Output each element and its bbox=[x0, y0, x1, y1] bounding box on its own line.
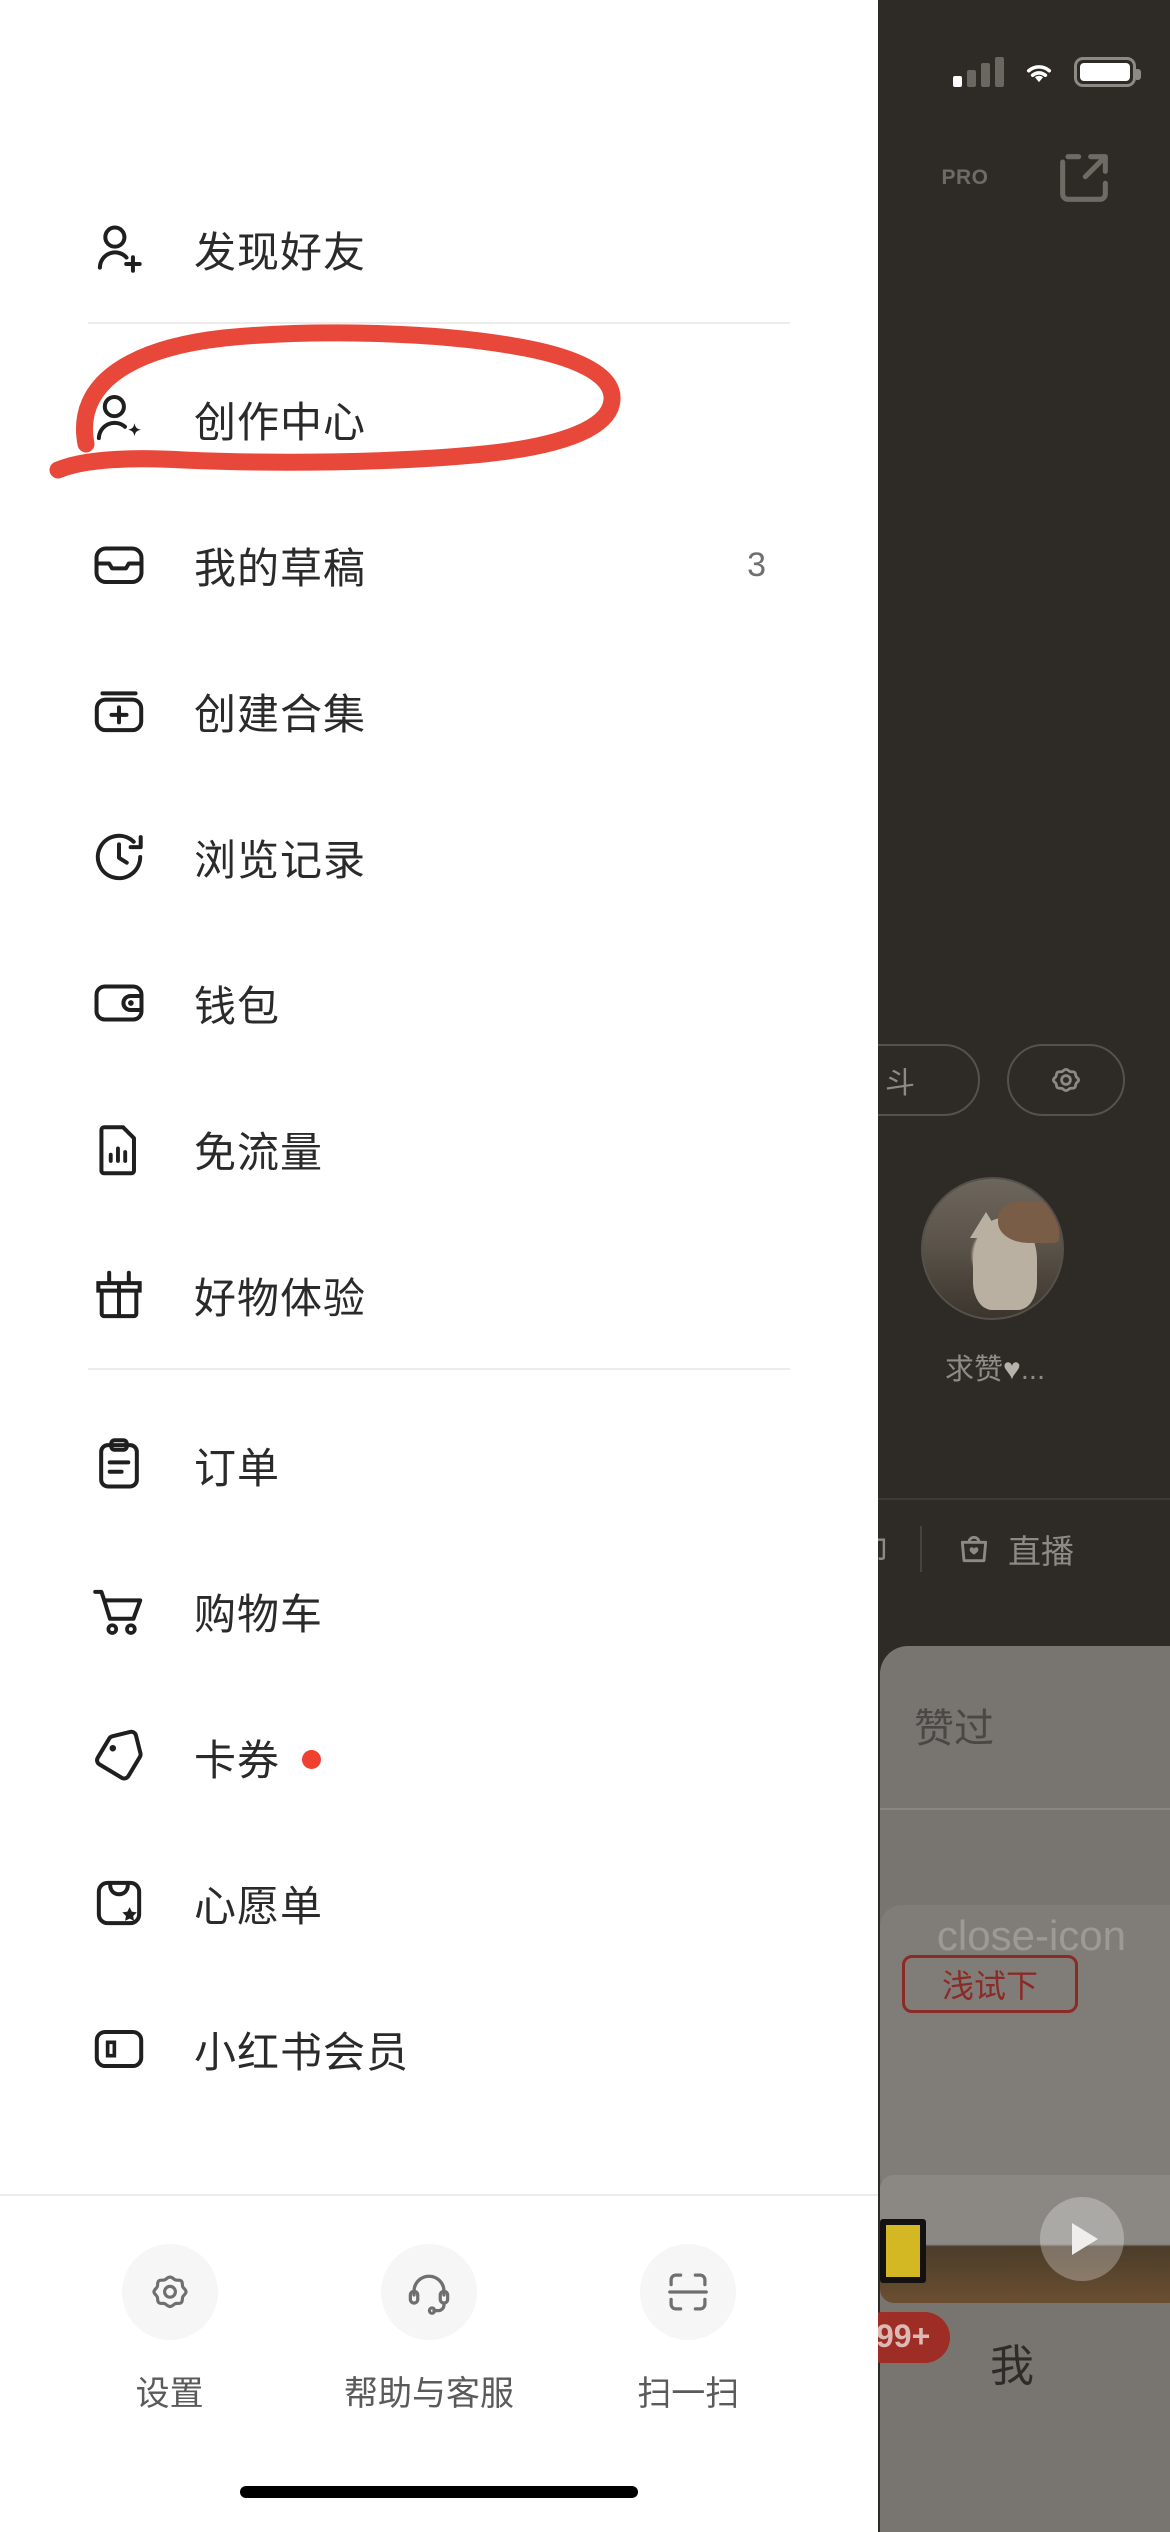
avatar-caption: 求赞♥... bbox=[880, 1346, 1110, 1388]
tab-me[interactable]: 我 bbox=[990, 2330, 1034, 2394]
menu-item-label: 订单 bbox=[194, 1444, 281, 1492]
vertical-divider bbox=[920, 1526, 922, 1572]
menu-item-label: 卡券 bbox=[194, 1736, 281, 1784]
home-indicator bbox=[240, 2486, 638, 2498]
menu-item-label: 免流量 bbox=[194, 1128, 324, 1176]
phone-screen: PRO 斗 求赞♥... 卯 bbox=[0, 0, 1170, 2532]
background-sheet-divider bbox=[880, 1808, 1170, 1810]
footer-item-label: 设置 bbox=[135, 2375, 204, 2413]
shopping-bag-heart-icon bbox=[960, 1535, 988, 1563]
collection-plus-icon bbox=[94, 691, 144, 733]
close-icon[interactable]: close-icon bbox=[937, 1915, 1126, 1957]
menu-item-discover-friends[interactable]: 发现好友 bbox=[0, 176, 878, 322]
background-video-thumbnail[interactable] bbox=[880, 2175, 1170, 2303]
menu-item-free-data[interactable]: 免流量 bbox=[0, 1076, 878, 1222]
pro-badge-label: PRO bbox=[941, 166, 989, 189]
background-live-label: 直播 bbox=[1008, 1533, 1074, 1570]
cellular-signal-icon bbox=[953, 57, 1004, 87]
heart-icon: ♥ bbox=[1003, 1353, 1021, 1386]
drawer-footer: 设置 帮助与客服 扫一扫 bbox=[0, 2194, 878, 2532]
headset-support-icon bbox=[380, 2244, 477, 2340]
play-icon[interactable] bbox=[1040, 2197, 1124, 2281]
gear-icon bbox=[1051, 1067, 1081, 1093]
shopping-cart-icon bbox=[93, 1589, 143, 1635]
menu-item-label: 心愿单 bbox=[194, 1882, 324, 1930]
menu-item-create-collection[interactable]: 创建合集 bbox=[0, 638, 878, 784]
menu-item-coupons[interactable]: 卡券 bbox=[0, 1684, 878, 1830]
red-dot-badge bbox=[302, 1749, 322, 1769]
gear-icon bbox=[121, 2244, 218, 2340]
wishlist-bag-star-icon bbox=[96, 1880, 142, 1926]
menu-item-label: 购物车 bbox=[194, 1590, 324, 1638]
menu-item-product-experience[interactable]: 好物体验 bbox=[0, 1222, 878, 1368]
drafts-inbox-icon bbox=[94, 546, 144, 585]
background-divider bbox=[840, 1498, 1170, 1500]
clipboard-order-icon bbox=[99, 1438, 139, 1489]
scan-qr-icon bbox=[640, 2244, 737, 2340]
background-sheet-title: 赞过 bbox=[914, 1707, 994, 1751]
footer-item-settings[interactable]: 设置 bbox=[40, 2244, 299, 2415]
menu-scroll-area[interactable]: 发现好友 创作中心 我的草稿 3 创建合集 浏览记录 钱包 免流量 好物体验 订… bbox=[0, 0, 878, 2194]
background-settings-chip[interactable] bbox=[1007, 1044, 1125, 1116]
menu-item-count: 3 bbox=[747, 545, 766, 584]
avatar-caption-text: 求赞 bbox=[945, 1354, 1004, 1386]
share-external-icon[interactable] bbox=[1052, 146, 1116, 210]
menu-item-browse-history[interactable]: 浏览记录 bbox=[0, 784, 878, 930]
avatar[interactable] bbox=[921, 1177, 1064, 1320]
sim-data-icon bbox=[99, 1125, 136, 1176]
video-overlay-glyph bbox=[880, 2219, 926, 2283]
menu-item-wallet[interactable]: 钱包 bbox=[0, 930, 878, 1076]
footer-item-help[interactable]: 帮助与客服 bbox=[299, 2244, 558, 2415]
menu-item-my-drafts[interactable]: 我的草稿 3 bbox=[0, 492, 878, 638]
footer-item-label: 帮助与客服 bbox=[343, 2375, 514, 2413]
wifi-icon bbox=[1026, 65, 1052, 83]
menu-item-label: 钱包 bbox=[194, 982, 281, 1030]
menu-item-label: 好物体验 bbox=[194, 1274, 367, 1322]
pro-badge[interactable]: PRO bbox=[928, 138, 1002, 218]
background-live-row[interactable]: 卯 直播 bbox=[855, 1525, 1074, 1573]
menu-item-shopping-cart[interactable]: 购物车 bbox=[0, 1538, 878, 1684]
unread-badge-count: 99+ bbox=[876, 2318, 931, 2354]
footer-item-label: 扫一扫 bbox=[637, 2375, 740, 2413]
menu-item-label: 发现好友 bbox=[194, 228, 367, 276]
background-try-button[interactable]: 浅试下 bbox=[902, 1955, 1078, 2013]
side-drawer-menu: 发现好友 创作中心 我的草稿 3 创建合集 浏览记录 钱包 免流量 好物体验 订… bbox=[0, 0, 878, 2532]
menu-item-wishlist[interactable]: 心愿单 bbox=[0, 1830, 878, 1976]
gift-icon bbox=[96, 1270, 142, 1319]
menu-item-label-wrap: 卡券 bbox=[194, 1727, 322, 1788]
user-sparkle-icon bbox=[96, 395, 141, 441]
menu-item-label: 小红书会员 bbox=[194, 2028, 410, 2076]
user-add-icon bbox=[97, 225, 142, 273]
battery-icon bbox=[1074, 57, 1141, 87]
footer-item-scan[interactable]: 扫一扫 bbox=[559, 2244, 818, 2415]
menu-item-label: 创作中心 bbox=[194, 398, 367, 446]
top-spacer bbox=[0, 0, 878, 176]
menu-item-creator-center[interactable]: 创作中心 bbox=[0, 346, 878, 492]
menu-item-label: 创建合集 bbox=[194, 690, 367, 738]
history-clock-icon bbox=[95, 833, 143, 881]
coupon-tag-icon bbox=[95, 1729, 143, 1781]
tab-me-label: 我 bbox=[990, 2342, 1034, 2391]
menu-item-label: 浏览记录 bbox=[194, 836, 367, 884]
wallet-icon bbox=[94, 984, 144, 1022]
status-bar bbox=[953, 52, 1141, 92]
avatar-caption-ellipsis: ... bbox=[1020, 1354, 1045, 1386]
menu-item-orders[interactable]: 订单 bbox=[0, 1392, 878, 1538]
background-chip-label: 斗 bbox=[885, 1067, 915, 1100]
background-try-button-label: 浅试下 bbox=[941, 1968, 1038, 2004]
membership-card-icon bbox=[94, 2029, 144, 2069]
menu-item-label: 我的草稿 bbox=[194, 544, 367, 592]
menu-item-membership[interactable]: 小红书会员 bbox=[0, 1976, 878, 2122]
